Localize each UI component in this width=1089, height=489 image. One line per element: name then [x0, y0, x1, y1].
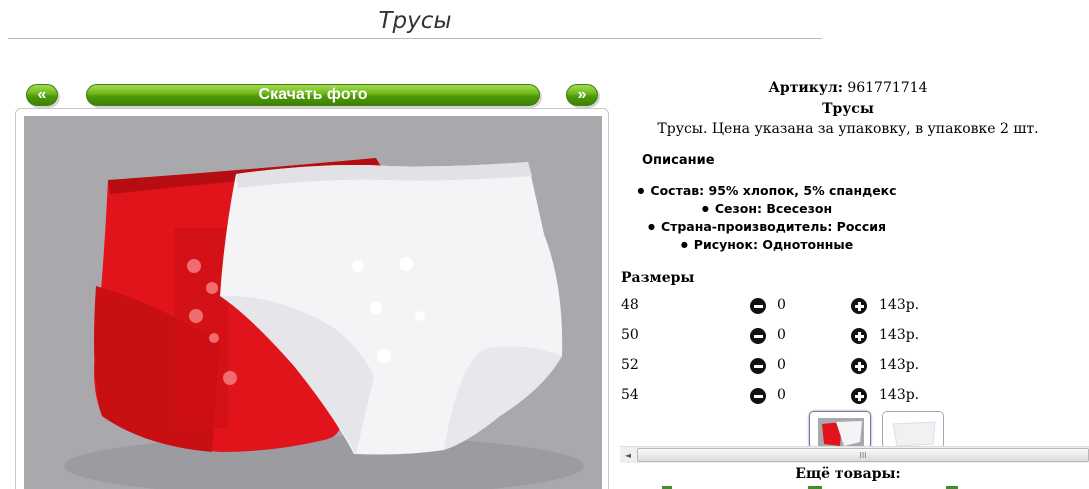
- plus-icon[interactable]: [851, 298, 867, 314]
- size-price: 143р.: [879, 327, 920, 343]
- product-description: Трусы. Цена указана за упаковку, в упако…: [657, 121, 1039, 137]
- size-row: 54 0 143р.: [621, 387, 1081, 407]
- size-quantity: 0: [777, 387, 786, 403]
- product-photo-image: [24, 116, 602, 489]
- scrollbar-thumb[interactable]: III: [637, 448, 1089, 462]
- sizes-heading: Размеры: [621, 270, 695, 286]
- thumbnail-photo-1[interactable]: [809, 411, 871, 449]
- article-value: 961771714: [847, 80, 928, 96]
- description-heading: Описание: [642, 153, 715, 168]
- feature-item: Страна-производитель: Россия: [622, 219, 912, 237]
- plus-icon[interactable]: [851, 328, 867, 344]
- prev-photo-button[interactable]: «: [26, 84, 58, 106]
- download-photo-button[interactable]: Скачать фото: [86, 84, 540, 106]
- minus-icon[interactable]: [750, 358, 766, 374]
- size-label: 48: [621, 297, 639, 313]
- product-name: Трусы: [822, 101, 874, 117]
- minus-icon[interactable]: [750, 328, 766, 344]
- feature-list: Состав: 95% хлопок, 5% спандекс Сезон: В…: [622, 183, 912, 255]
- size-price: 143р.: [879, 387, 920, 403]
- horizontal-scrollbar[interactable]: ◄ III: [620, 446, 1089, 463]
- title-divider: [8, 38, 822, 39]
- size-price: 143р.: [879, 297, 920, 313]
- scroll-left-arrow-icon[interactable]: ◄: [620, 447, 636, 463]
- size-row: 50 0 143р.: [621, 327, 1081, 347]
- page-title: Трусы: [378, 8, 452, 34]
- product-photo[interactable]: [24, 116, 602, 489]
- thumbnail-image: [883, 412, 943, 448]
- size-label: 52: [621, 357, 639, 373]
- feature-item: Рисунок: Однотонные: [622, 237, 912, 255]
- size-label: 54: [621, 387, 639, 403]
- minus-icon[interactable]: [750, 388, 766, 404]
- more-products-heading: Ещё товары:: [795, 466, 901, 482]
- next-photo-button[interactable]: »: [566, 84, 598, 106]
- size-row: 48 0 143р.: [621, 297, 1081, 317]
- size-quantity: 0: [777, 297, 786, 313]
- thumbnail-image: [810, 412, 870, 448]
- minus-icon[interactable]: [750, 298, 766, 314]
- size-price: 143р.: [879, 357, 920, 373]
- plus-icon[interactable]: [851, 358, 867, 374]
- size-quantity: 0: [777, 357, 786, 373]
- size-row: 52 0 143р.: [621, 357, 1081, 377]
- article-label: Артикул:: [768, 80, 843, 96]
- feature-item: Сезон: Всесезон: [622, 201, 912, 219]
- size-label: 50: [621, 327, 639, 343]
- plus-icon[interactable]: [851, 388, 867, 404]
- size-quantity: 0: [777, 327, 786, 343]
- article-line: Артикул: 961771714: [620, 80, 1076, 96]
- feature-item: Состав: 95% хлопок, 5% спандекс: [622, 183, 912, 201]
- thumbnail-photo-2[interactable]: [882, 411, 944, 449]
